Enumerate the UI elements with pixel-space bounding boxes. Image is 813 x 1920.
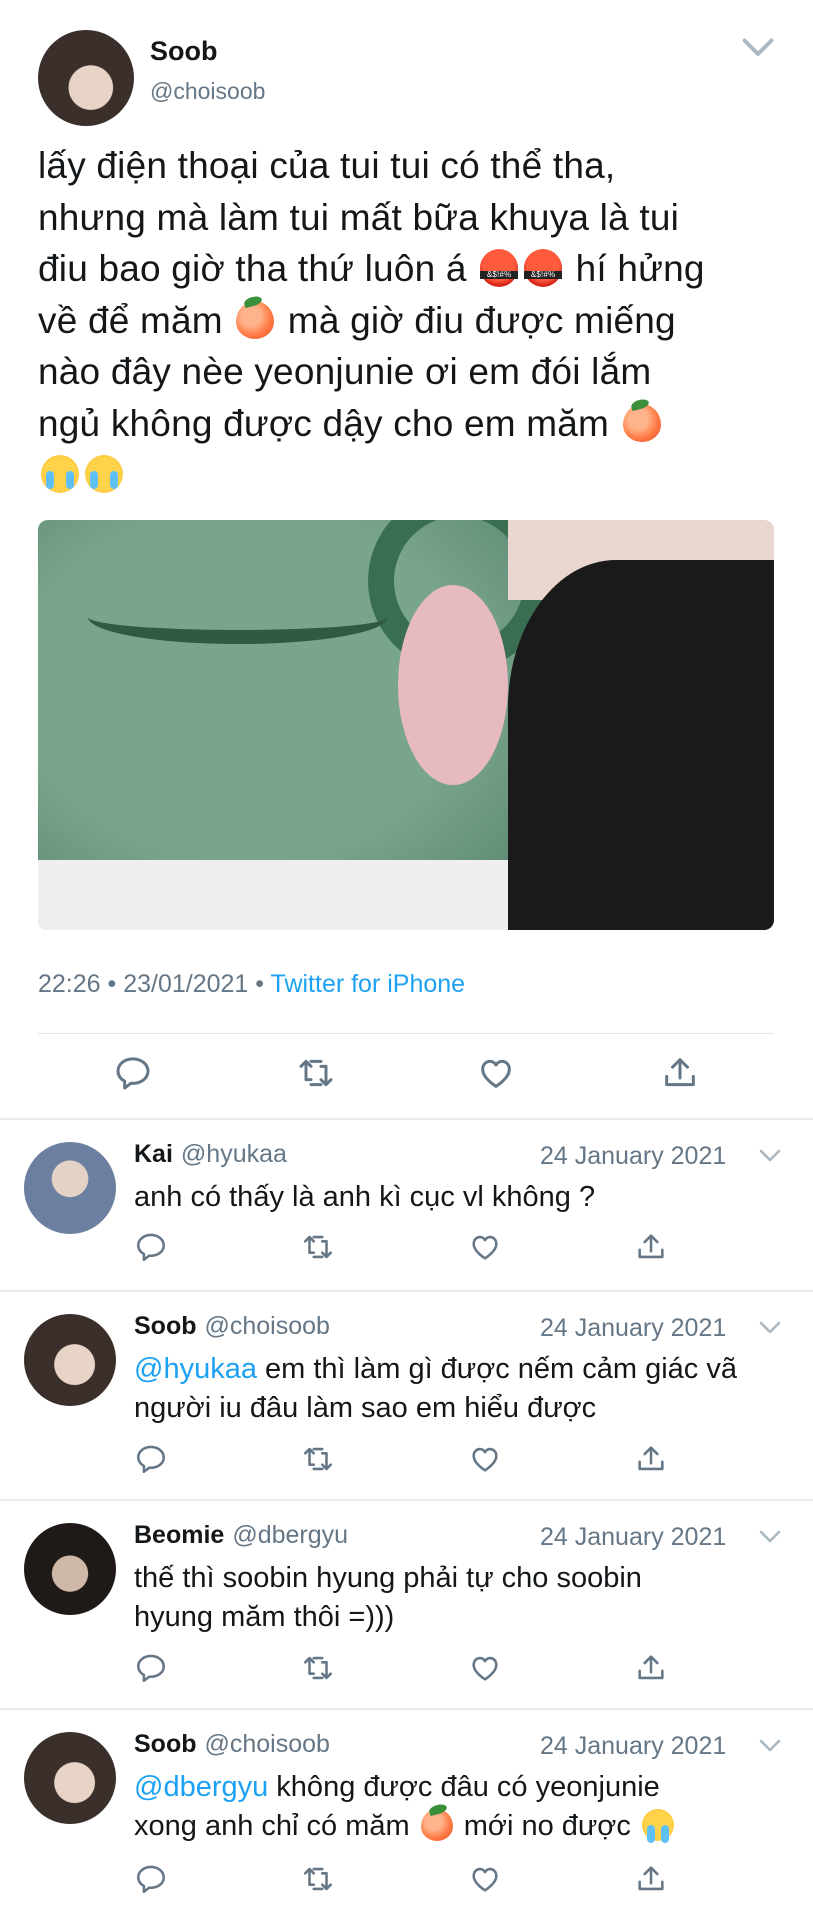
retweet-icon[interactable] <box>301 1442 335 1476</box>
reply-icon[interactable] <box>113 1053 153 1093</box>
reply-date: 24 January 2021 <box>540 1314 727 1342</box>
tweet-line: về để măm mà giờ điu được miếng <box>38 299 676 341</box>
tweet-date: 23/01/2021 <box>123 970 249 998</box>
tweet-photo[interactable] <box>38 520 774 930</box>
crying-face-icon <box>41 455 79 493</box>
tweet-line: nhưng mà làm tui mất bữa khuya là tui <box>38 196 680 238</box>
reply-author[interactable]: Beomie @dbergyu <box>134 1521 348 1550</box>
divider <box>0 1499 813 1501</box>
share-icon[interactable] <box>634 1862 668 1896</box>
reply-text: anh có thấy là anh kì cục vl không ? <box>134 1181 596 1213</box>
reply-actions <box>134 1230 694 1264</box>
chevron-down-icon[interactable] <box>758 1529 782 1545</box>
like-icon[interactable] <box>468 1230 502 1264</box>
share-icon[interactable] <box>634 1442 668 1476</box>
reply-text: @hyukaa em thì làm gì được nếm cảm giác … <box>134 1353 737 1424</box>
tweet-actions <box>38 1053 774 1093</box>
mention-link[interactable]: @dbergyu <box>134 1771 268 1803</box>
angry-face-icon <box>480 249 519 287</box>
peach-icon <box>622 403 661 442</box>
divider <box>0 1290 813 1292</box>
reply-date: 24 January 2021 <box>540 1523 727 1551</box>
author-name[interactable]: Soob <box>150 36 218 67</box>
retweet-icon[interactable] <box>301 1651 335 1685</box>
reply-date: 24 January 2021 <box>540 1142 727 1170</box>
angry-face-icon <box>524 249 563 287</box>
avatar[interactable] <box>38 30 134 126</box>
chevron-down-icon[interactable] <box>758 1320 782 1336</box>
reply-icon[interactable] <box>134 1442 168 1476</box>
mention-link[interactable]: @hyukaa <box>134 1353 257 1385</box>
reply-tweet[interactable]: Soob @choisoob 24 January 2021 @hyukaa em… <box>0 1294 813 1499</box>
tweet-line: điu bao giờ tha thứ luôn á hí hửng <box>38 243 778 295</box>
reply-icon[interactable] <box>134 1230 168 1264</box>
tweet-line: ngủ không được dậy cho em măm <box>38 398 778 450</box>
reply-author[interactable]: Kai @hyukaa <box>134 1140 287 1169</box>
reply-author[interactable]: Soob @choisoob <box>134 1730 330 1759</box>
tweet-line: lấy điện thoại của tui tui có thể tha, <box>38 145 616 186</box>
divider <box>38 1033 774 1034</box>
reply-actions <box>134 1442 694 1476</box>
reply-date: 24 January 2021 <box>540 1732 727 1760</box>
retweet-icon[interactable] <box>301 1230 335 1264</box>
peach-icon <box>236 300 275 339</box>
tweet-text: lấy điện thoại của tui tui có thể tha, n… <box>38 140 778 501</box>
like-icon[interactable] <box>476 1053 516 1093</box>
tweet-line: nào đây nèe yeonjunie ơi em đói lắm <box>38 351 652 392</box>
like-icon[interactable] <box>468 1651 502 1685</box>
tweet-line <box>38 449 778 501</box>
chevron-down-icon[interactable] <box>740 36 776 60</box>
peach-icon <box>420 1809 453 1841</box>
reply-tweet[interactable]: Beomie @dbergyu 24 January 2021 thế thì s… <box>0 1503 813 1708</box>
reply-text: @dbergyu không được đâu có yeonjunie xong… <box>134 1768 784 1846</box>
reply-icon[interactable] <box>134 1862 168 1896</box>
reply-text: thế thì soobin hyung phải tự cho soobin h… <box>134 1562 642 1633</box>
crying-face-icon <box>85 455 123 493</box>
retweet-icon[interactable] <box>296 1053 336 1093</box>
reply-actions <box>134 1651 694 1685</box>
share-icon[interactable] <box>634 1230 668 1264</box>
tweet-source[interactable]: Twitter for iPhone <box>271 970 466 998</box>
share-icon[interactable] <box>660 1053 700 1093</box>
chevron-down-icon[interactable] <box>758 1738 782 1754</box>
chevron-down-icon[interactable] <box>758 1148 782 1164</box>
crying-face-icon <box>641 1809 674 1843</box>
avatar[interactable] <box>24 1732 116 1824</box>
tweet-time: 22:26 <box>38 970 101 998</box>
avatar[interactable] <box>24 1523 116 1615</box>
author-handle[interactable]: @choisoob <box>150 78 265 105</box>
share-icon[interactable] <box>634 1651 668 1685</box>
tweet-meta: 22:26 • 23/01/2021 • Twitter for iPhone <box>38 970 466 998</box>
reply-icon[interactable] <box>134 1651 168 1685</box>
divider <box>0 1708 813 1710</box>
reply-tweet[interactable]: Kai @hyukaa 24 January 2021 anh có thấy l… <box>0 1122 813 1290</box>
retweet-icon[interactable] <box>301 1862 335 1896</box>
reply-tweet[interactable]: Soob @choisoob 24 January 2021 @dbergyu k… <box>0 1712 813 1920</box>
reply-actions <box>134 1862 694 1896</box>
like-icon[interactable] <box>468 1862 502 1896</box>
reply-author[interactable]: Soob @choisoob <box>134 1312 330 1341</box>
avatar[interactable] <box>24 1314 116 1406</box>
avatar[interactable] <box>24 1142 116 1234</box>
like-icon[interactable] <box>468 1442 502 1476</box>
divider <box>0 1118 813 1120</box>
